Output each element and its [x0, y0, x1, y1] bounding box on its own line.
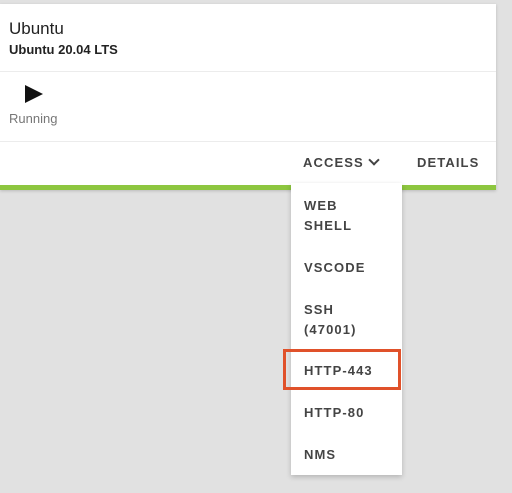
menu-item-web-shell[interactable]: WEB SHELL — [304, 196, 352, 236]
menu-item-label: (47001) — [304, 322, 357, 337]
status-section: Running — [0, 72, 496, 142]
menu-item-label: SSH — [304, 302, 335, 317]
menu-item-nms[interactable]: NMS — [304, 445, 336, 465]
menu-item-label: WEB — [304, 198, 338, 213]
menu-item-vscode[interactable]: VSCODE — [304, 258, 366, 278]
chevron-down-icon — [368, 154, 380, 166]
card-title: Ubuntu — [9, 19, 64, 38]
menu-item-http-80[interactable]: HTTP-80 — [304, 403, 364, 423]
access-button[interactable]: ACCESS — [303, 154, 380, 170]
menu-item-label: VSCODE — [304, 260, 366, 275]
play-icon — [25, 85, 43, 103]
menu-item-label: HTTP-80 — [304, 405, 365, 420]
card-header: Ubuntu Ubuntu 20.04 LTS — [0, 4, 496, 72]
menu-item-label: SHELL — [304, 218, 353, 233]
menu-item-http-443[interactable]: HTTP-443 — [304, 361, 373, 381]
card-actions: ACCESS DETAILS — [0, 142, 496, 185]
details-button[interactable]: DETAILS — [417, 155, 479, 170]
card-subtitle: Ubuntu 20.04 LTS — [9, 42, 118, 57]
menu-item-label: NMS — [304, 447, 337, 462]
menu-item-label: HTTP-443 — [304, 363, 373, 378]
menu-item-ssh[interactable]: SSH (47001) — [304, 300, 357, 340]
status-label: Running — [9, 111, 58, 126]
vm-card: Ubuntu Ubuntu 20.04 LTS Running ACCESS D… — [0, 4, 496, 190]
access-dropdown-menu: WEB SHELL VSCODE SSH (47001) HTTP-443 HT… — [291, 183, 402, 475]
access-label: ACCESS — [303, 155, 364, 170]
